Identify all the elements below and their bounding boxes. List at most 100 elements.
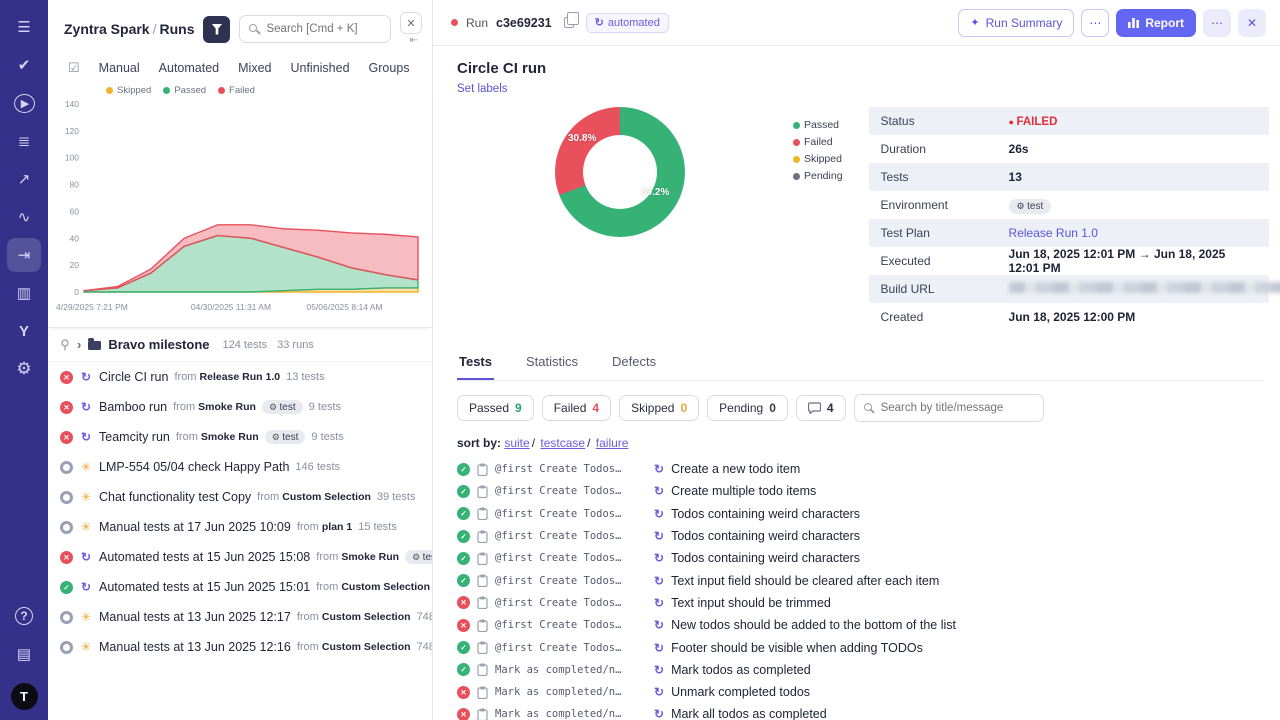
run-status-icon: [60, 521, 73, 534]
project-name[interactable]: Zyntra Spark: [64, 21, 150, 37]
run-list-item[interactable]: Manual tests at 13 Jun 2025 12:17 from C…: [48, 602, 432, 632]
clipboard-icon: [477, 686, 488, 699]
run-title: Teamcity run: [99, 430, 170, 444]
test-row[interactable]: Mark as completed/n… ↻ Unmark completed …: [457, 681, 1264, 703]
run-list-item[interactable]: Bamboo run from Smoke Run test 9 tests: [48, 392, 432, 422]
run-list-item[interactable]: Circle CI run from Release Run 1.0 13 te…: [48, 362, 432, 392]
select-list-icon[interactable]: ☑: [68, 60, 80, 76]
chart-icon[interactable]: [7, 276, 41, 310]
close-run-button[interactable]: ✕: [1238, 9, 1266, 37]
check-icon[interactable]: [7, 48, 41, 82]
import-icon[interactable]: [7, 238, 41, 272]
svg-text:40: 40: [70, 233, 80, 243]
sort-option-link[interactable]: failure: [596, 436, 629, 450]
automated-badge[interactable]: automated: [586, 13, 669, 33]
milestone-name[interactable]: Bravo milestone: [108, 337, 209, 352]
close-panel-button[interactable]: ✕: [400, 12, 422, 34]
sort-option-link[interactable]: suite: [504, 436, 537, 450]
run-filter-tab[interactable]: Mixed: [238, 61, 271, 75]
test-row[interactable]: @first Create Todos… ↻ Todos containing …: [457, 525, 1264, 547]
test-row[interactable]: @first Create Todos… ↻ Footer should be …: [457, 636, 1264, 658]
filter-chip[interactable]: 4: [796, 395, 846, 421]
folder-icon: [88, 341, 101, 350]
test-row[interactable]: @first Create Todos… ↻ Todos containing …: [457, 547, 1264, 569]
trend-icon[interactable]: [7, 162, 41, 196]
test-suite: @first Create Todos…: [495, 463, 647, 475]
run-title: Automated tests at 15 Jun 2025 15:08: [99, 550, 310, 564]
set-labels-link[interactable]: Set labels: [457, 83, 508, 95]
tests-search-input[interactable]: [854, 394, 1044, 422]
run-list-item[interactable]: Manual tests at 17 Jun 2025 10:09 from p…: [48, 512, 432, 542]
run-list-item[interactable]: Automated tests at 15 Jun 2025 15:08 fro…: [48, 542, 432, 572]
run-source: Custom Selection: [282, 491, 371, 503]
more-options-button[interactable]: ⋯: [1081, 9, 1109, 37]
detail-tab[interactable]: Tests: [457, 345, 494, 380]
help-icon[interactable]: [7, 599, 41, 633]
run-status-icon: [60, 401, 73, 414]
run-filter-tab[interactable]: Groups: [369, 61, 410, 75]
report-button[interactable]: Report: [1116, 9, 1196, 37]
test-row[interactable]: @first Create Todos… ↻ Create a new todo…: [457, 458, 1264, 480]
filter-chip[interactable]: Pending 0: [707, 395, 788, 421]
run-list-item[interactable]: Automated tests at 15 Jun 2025 15:01 fro…: [48, 572, 432, 602]
run-source: Custom Selection: [322, 611, 411, 623]
page-title: Runs: [159, 21, 194, 37]
sort-option-link[interactable]: testcase: [540, 436, 592, 450]
menu-icon[interactable]: [7, 10, 41, 44]
test-status-icon: [457, 485, 470, 498]
milestone-row[interactable]: › Bravo milestone 124 tests 33 runs: [48, 328, 432, 362]
run-list-item[interactable]: Chat functionality test Copy from Custom…: [48, 482, 432, 512]
clipboard-icon: [477, 596, 488, 609]
run-info-table: Status FAILED Duration 26s Tests 13: [869, 107, 1269, 331]
test-row[interactable]: @first Create Todos… ↻ Create multiple t…: [457, 480, 1264, 502]
automated-icon: ↻: [654, 462, 664, 476]
filter-button[interactable]: [203, 16, 230, 43]
projects-icon[interactable]: [7, 637, 41, 671]
copy-icon[interactable]: [564, 17, 574, 28]
runs-search-input[interactable]: [239, 15, 391, 43]
svg-text:05/06/2025 8:14 AM: 05/06/2025 8:14 AM: [306, 302, 382, 312]
run-list-item[interactable]: LMP-554 05/04 check Happy Path 146 tests: [48, 452, 432, 482]
branch-icon[interactable]: [7, 314, 41, 348]
passed-percentage-label: 69.2%: [641, 187, 669, 198]
test-suite: @first Create Todos…: [495, 642, 647, 654]
automated-icon: ↻: [654, 618, 664, 632]
run-title: Bamboo run: [99, 400, 167, 414]
chevron-right-icon[interactable]: ›: [77, 338, 81, 351]
detail-tab[interactable]: Statistics: [524, 345, 580, 380]
donut-legend: Passed Failed Skipped Pending: [793, 119, 843, 182]
test-row[interactable]: @first Create Todos… ↻ New todos should …: [457, 614, 1264, 636]
run-filter-tab[interactable]: Unfinished: [290, 61, 349, 75]
test-row[interactable]: Mark as completed/n… ↻ Mark todos as com…: [457, 659, 1264, 681]
filter-chip[interactable]: Failed 4: [542, 395, 611, 421]
filter-chip[interactable]: Passed 9: [457, 395, 534, 421]
test-row[interactable]: Mark as completed/n… ↻ Mark all todos as…: [457, 703, 1264, 720]
test-row[interactable]: @first Create Todos… ↻ Text input field …: [457, 569, 1264, 591]
settings-icon[interactable]: [7, 352, 41, 386]
run-tests-count: 748 tests: [417, 641, 432, 653]
tasks-icon[interactable]: [7, 124, 41, 158]
detail-tab[interactable]: Defects: [610, 345, 658, 380]
sparkle-icon: ✦: [970, 16, 979, 29]
more-actions-button[interactable]: ⋯: [1203, 9, 1231, 37]
run-summary-button[interactable]: ✦Run Summary: [958, 9, 1074, 37]
run-list-item[interactable]: Teamcity run from Smoke Run test 9 tests: [48, 422, 432, 452]
clipboard-icon: [477, 552, 488, 565]
collapse-panel-icon[interactable]: ⇤: [410, 35, 422, 46]
filter-chip[interactable]: Skipped 0: [619, 395, 699, 421]
test-title: Text input field should be cleared after…: [671, 574, 939, 588]
run-filter-tab[interactable]: Automated: [159, 61, 219, 75]
app-logo[interactable]: T: [11, 683, 38, 710]
test-title: Create multiple todo items: [671, 484, 816, 498]
run-list-item[interactable]: Manual tests at 13 Jun 2025 12:16 from C…: [48, 632, 432, 662]
pulse-icon[interactable]: [7, 200, 41, 234]
run-filter-tab[interactable]: Manual: [99, 61, 140, 75]
run-source: Smoke Run: [341, 551, 399, 563]
test-row[interactable]: @first Create Todos… ↻ Todos containing …: [457, 503, 1264, 525]
info-row: Created Jun 18, 2025 12:00 PM: [869, 303, 1269, 331]
automated-icon: ↻: [654, 574, 664, 588]
legend-item: Passed: [793, 119, 843, 131]
test-status-icon: [457, 530, 470, 543]
play-icon[interactable]: [7, 86, 41, 120]
test-row[interactable]: @first Create Todos… ↻ Text input should…: [457, 592, 1264, 614]
